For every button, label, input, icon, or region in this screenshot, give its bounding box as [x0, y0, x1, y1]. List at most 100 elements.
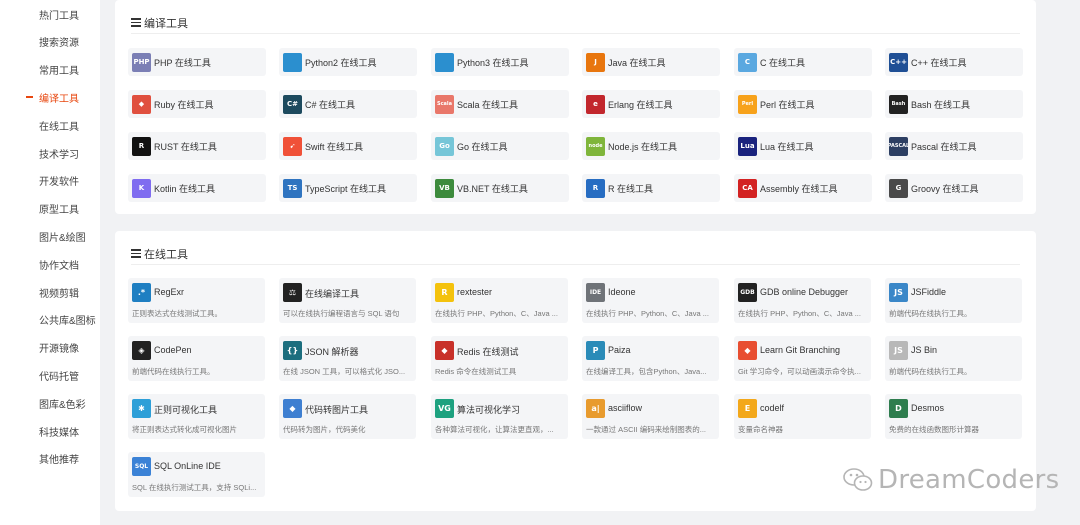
compile-tool-label: Erlang 在线工具	[608, 99, 673, 110]
compile-tool-tile[interactable]: C# C# 在线工具	[279, 90, 417, 118]
online-tool-tile[interactable]: Ecodelf 变量命名神器	[734, 394, 871, 439]
compile-tool-tile[interactable]: VB VB.NET 在线工具	[431, 174, 569, 202]
compile-tool-tile[interactable]: R RUST 在线工具	[128, 132, 266, 160]
online-tool-tile[interactable]: ◆ Learn Git Branching Git 学习命令，可以动画演示命令执..…	[734, 336, 871, 381]
compile-tool-label: Assembly 在线工具	[760, 183, 838, 194]
online-tool-tile[interactable]: ◈ CodePen 前端代码在线执行工具。	[128, 336, 265, 381]
compile-tool-label: C 在线工具	[760, 57, 806, 68]
online-tool-tile[interactable]: .* RegExr 正则表达式在线测试工具。	[128, 278, 265, 323]
sidebar-item[interactable]: 开源镜像	[0, 336, 100, 360]
sidebar-item-label: 图片&绘图	[39, 232, 86, 244]
online-tool-tile[interactable]: a| asciiflow 一款通过 ASCII 编码来绘制图表的...	[582, 394, 719, 439]
compile-tool-tile[interactable]: Bash Bash 在线工具	[885, 90, 1023, 118]
online-tool-description: SQL 在线执行测试工具，支持 SQLi...	[132, 483, 257, 492]
sidebar-item-label: 视频剪辑	[39, 288, 79, 300]
online-tool-tile[interactable]: ◆ Redis 在线测试 Redis 命令在线测试工具	[431, 336, 568, 381]
compile-tool-tile[interactable]: Python3 在线工具	[431, 48, 569, 76]
compile-tool-tile[interactable]: RR 在线工具	[582, 174, 720, 202]
sidebar-item-label: 技术学习	[39, 149, 79, 161]
online-tool-title: RegExr	[154, 287, 185, 297]
online-tool-description: 各种算法可视化，让算法更直观，...	[435, 425, 554, 434]
sidebar-item[interactable]: 图库&色彩	[0, 391, 100, 415]
sidebar-item[interactable]: 图片&绘图	[0, 224, 100, 248]
online-tool-tile[interactable]: VG 算法可视化学习 各种算法可视化，让算法更直观，...	[431, 394, 568, 439]
sidebar-item[interactable]: 常用工具	[0, 58, 100, 82]
online-tool-description: 在线 JSON 工具，可以格式化 JSO...	[283, 367, 406, 376]
redis-icon: ◆	[435, 341, 454, 360]
compile-tool-tile[interactable]: G Groovy 在线工具	[885, 174, 1023, 202]
online-tool-tile[interactable]: D Desmos 免费的在线函数图形计算器	[885, 394, 1022, 439]
sidebar-item-label: 其他推荐	[39, 455, 79, 467]
online-tool-description: Redis 命令在线测试工具	[435, 367, 517, 376]
sidebar-item-label: 搜索资源	[39, 38, 79, 50]
sidebar-item[interactable]: 在线工具	[0, 113, 100, 137]
online-tool-tile[interactable]: Rrextester 在线执行 PHP、Python、C、Java ...	[431, 278, 568, 323]
online-tool-title: JSFiddle	[911, 287, 947, 297]
compile-tool-tile[interactable]: e Erlang 在线工具	[582, 90, 720, 118]
sidebar-item[interactable]: 代码托管	[0, 363, 100, 387]
sidebar-item[interactable]: 热门工具	[0, 2, 100, 26]
sidebar-item[interactable]: 其他推荐	[0, 447, 100, 471]
list-icon	[131, 249, 141, 258]
vbnet-icon: VB	[435, 178, 454, 198]
sidebar-item[interactable]: 协作文档	[0, 252, 100, 276]
sidebar-item[interactable]: 视频剪辑	[0, 280, 100, 304]
online-tool-tile[interactable]: {} JSON 解析器 在线 JSON 工具，可以格式化 JSO...	[279, 336, 416, 381]
sidebar-item[interactable]: 公共库&图标	[0, 308, 100, 332]
swift-icon: ➹	[283, 136, 302, 156]
compile-tool-label: Go 在线工具	[457, 141, 508, 152]
online-tool-tile[interactable]: IDE Ideone 在线执行 PHP、Python、C、Java ...	[582, 278, 719, 323]
compile-tool-tile[interactable]: J Java 在线工具	[582, 48, 720, 76]
sidebar-item[interactable]: 科技媒体	[0, 419, 100, 443]
online-tool-tile[interactable]: P Paiza 在线编译工具，包含Python、Java...	[582, 336, 719, 381]
compile-tool-tile[interactable]: node Node.js 在线工具	[582, 132, 720, 160]
online-tool-title: SQL OnLine IDE	[154, 461, 221, 471]
compile-tool-tile[interactable]: Scala Scala 在线工具	[431, 90, 569, 118]
regex-visual-icon: ✱	[132, 399, 151, 418]
r-icon: R	[586, 178, 605, 198]
compile-tool-tile[interactable]: ➹ Swift 在线工具	[279, 132, 417, 160]
compile-tool-tile[interactable]: Go Go 在线工具	[431, 132, 569, 160]
online-tool-tile[interactable]: ⚖ 在线编译工具 可以在线执行编程语言与 SQL 语句	[279, 278, 416, 323]
list-icon	[131, 18, 141, 27]
sidebar-item[interactable]: 开发软件	[0, 169, 100, 193]
compile-tool-label: Kotlin 在线工具	[154, 183, 216, 194]
watermark-text: DreamCoders	[878, 465, 1060, 495]
compile-tool-tile[interactable]: Perl Perl 在线工具	[734, 90, 872, 118]
online-tool-description: 前端代码在线执行工具。	[889, 367, 972, 376]
online-tool-title: Learn Git Branching	[760, 345, 841, 355]
sidebar-item[interactable]: 搜索资源	[0, 30, 100, 54]
online-tool-tile[interactable]: ◆ 代码转图片工具 代码转为图片，代码美化	[279, 394, 416, 439]
compile-tool-tile[interactable]: Lua Lua 在线工具	[734, 132, 872, 160]
sidebar-item-label: 在线工具	[39, 121, 79, 133]
online-tool-tile[interactable]: ✱ 正则可视化工具 将正则表达式转化成可视化图片	[128, 394, 265, 439]
sidebar-item[interactable]: 编译工具	[0, 85, 100, 109]
online-tool-tile[interactable]: SQL SQL OnLine IDE SQL 在线执行测试工具，支持 SQLi...	[128, 452, 265, 497]
asciiflow-icon: a|	[586, 399, 605, 418]
nodejs-icon: node	[586, 136, 605, 156]
jsbin-icon: JS	[889, 341, 908, 360]
online-tool-tile[interactable]: JS JS Bin 前端代码在线执行工具。	[885, 336, 1022, 381]
online-tool-title: Desmos	[911, 403, 945, 413]
online-tool-tile[interactable]: GDB GDB online Debugger 在线执行 PHP、Python、C、…	[734, 278, 871, 323]
online-tool-description: 代码转为图片，代码美化	[283, 425, 366, 434]
compile-tool-label: Swift 在线工具	[305, 141, 364, 152]
compile-tool-label: Perl 在线工具	[760, 99, 815, 110]
compile-tool-tile[interactable]: K Kotlin 在线工具	[128, 174, 266, 202]
compile-tool-tile[interactable]: TS TypeScript 在线工具	[279, 174, 417, 202]
sidebar-item[interactable]: 原型工具	[0, 197, 100, 221]
compile-tool-tile[interactable]: CC 在线工具	[734, 48, 872, 76]
lua-icon: Lua	[738, 136, 757, 156]
compile-tool-tile[interactable]: PHP PHP 在线工具	[128, 48, 266, 76]
perl-icon: Perl	[738, 94, 757, 114]
sidebar-item-label: 协作文档	[39, 260, 79, 272]
compile-tool-label: Python3 在线工具	[457, 57, 529, 68]
compile-tool-tile[interactable]: C++ C++ 在线工具	[885, 48, 1023, 76]
sidebar-item[interactable]: 技术学习	[0, 141, 100, 165]
typescript-icon: TS	[283, 178, 302, 198]
compile-tool-tile[interactable]: ◆ Ruby 在线工具	[128, 90, 266, 118]
compile-tool-tile[interactable]: Python2 在线工具	[279, 48, 417, 76]
compile-tool-tile[interactable]: PASCAL Pascal 在线工具	[885, 132, 1023, 160]
online-tool-tile[interactable]: JS JSFiddle 前端代码在线执行工具。	[885, 278, 1022, 323]
compile-tool-tile[interactable]: CA Assembly 在线工具	[734, 174, 872, 202]
